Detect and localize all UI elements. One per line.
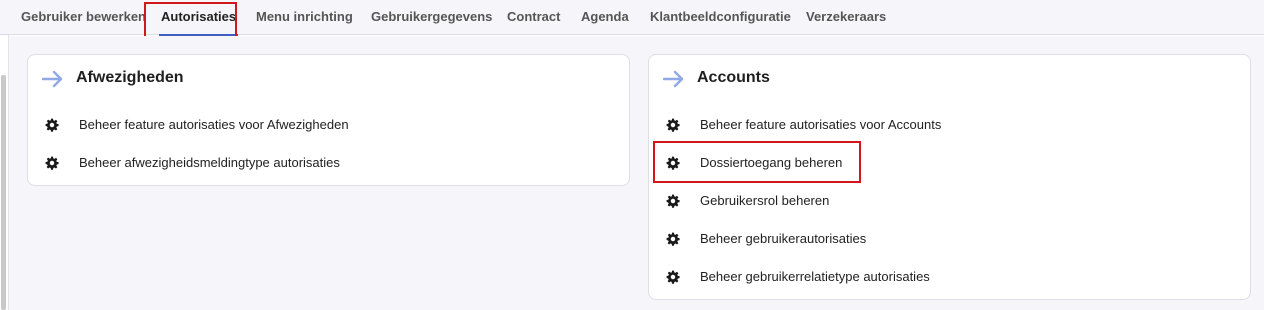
tab-gebruikergegevens[interactable]: Gebruikergegevens — [371, 0, 492, 35]
menu-item-label: Dossiertoegang beheren — [700, 155, 843, 170]
tab-verzekeraars[interactable]: Verzekeraars — [806, 0, 886, 35]
tab-autorisaties[interactable]: Autorisaties — [158, 0, 239, 36]
tab-menu-inrichting[interactable]: Menu inrichting — [256, 0, 353, 35]
card-title: Accounts — [697, 69, 770, 86]
card-accounts: Accounts Beheer feature autorisaties voo… — [648, 54, 1251, 300]
arrow-right-icon — [663, 70, 684, 88]
tab-klantbeeldconfiguratie[interactable]: Klantbeeldconfiguratie — [650, 0, 791, 35]
card-afwezigheden: Afwezigheden Beheer feature autorisaties… — [27, 54, 630, 186]
tab-bar: Gebruiker bewerken Autorisaties Menu inr… — [0, 0, 1264, 36]
gear-icon — [666, 270, 680, 284]
tab-gebruiker-bewerken[interactable]: Gebruiker bewerken — [21, 0, 146, 35]
menu-item-label: Gebruikersrol beheren — [700, 193, 830, 208]
scrollbar-thumb[interactable] — [1, 75, 6, 310]
main-content: Afwezigheden Beheer feature autorisaties… — [9, 36, 1264, 310]
gear-icon — [45, 118, 59, 132]
arrow-right-icon — [42, 70, 63, 88]
menu-item-label: Beheer feature autorisaties voor Account… — [700, 117, 942, 132]
menu-item-label: Beheer gebruikerrelatietype autorisaties — [700, 269, 930, 284]
menu-item-label: Beheer afwezigheidsmeldingtype autorisat… — [79, 155, 340, 170]
gear-icon — [666, 194, 680, 208]
menu-item-label: Beheer gebruikerautorisaties — [700, 231, 867, 246]
gear-icon — [666, 232, 680, 246]
gear-icon — [666, 118, 680, 132]
tab-contract[interactable]: Contract — [507, 0, 560, 35]
card-title: Afwezigheden — [76, 69, 184, 86]
gear-icon — [666, 156, 680, 170]
left-scrollbar[interactable] — [0, 35, 9, 310]
gear-icon — [45, 156, 59, 170]
tab-agenda[interactable]: Agenda — [581, 0, 629, 35]
menu-item-label: Beheer feature autorisaties voor Afwezig… — [79, 117, 349, 132]
